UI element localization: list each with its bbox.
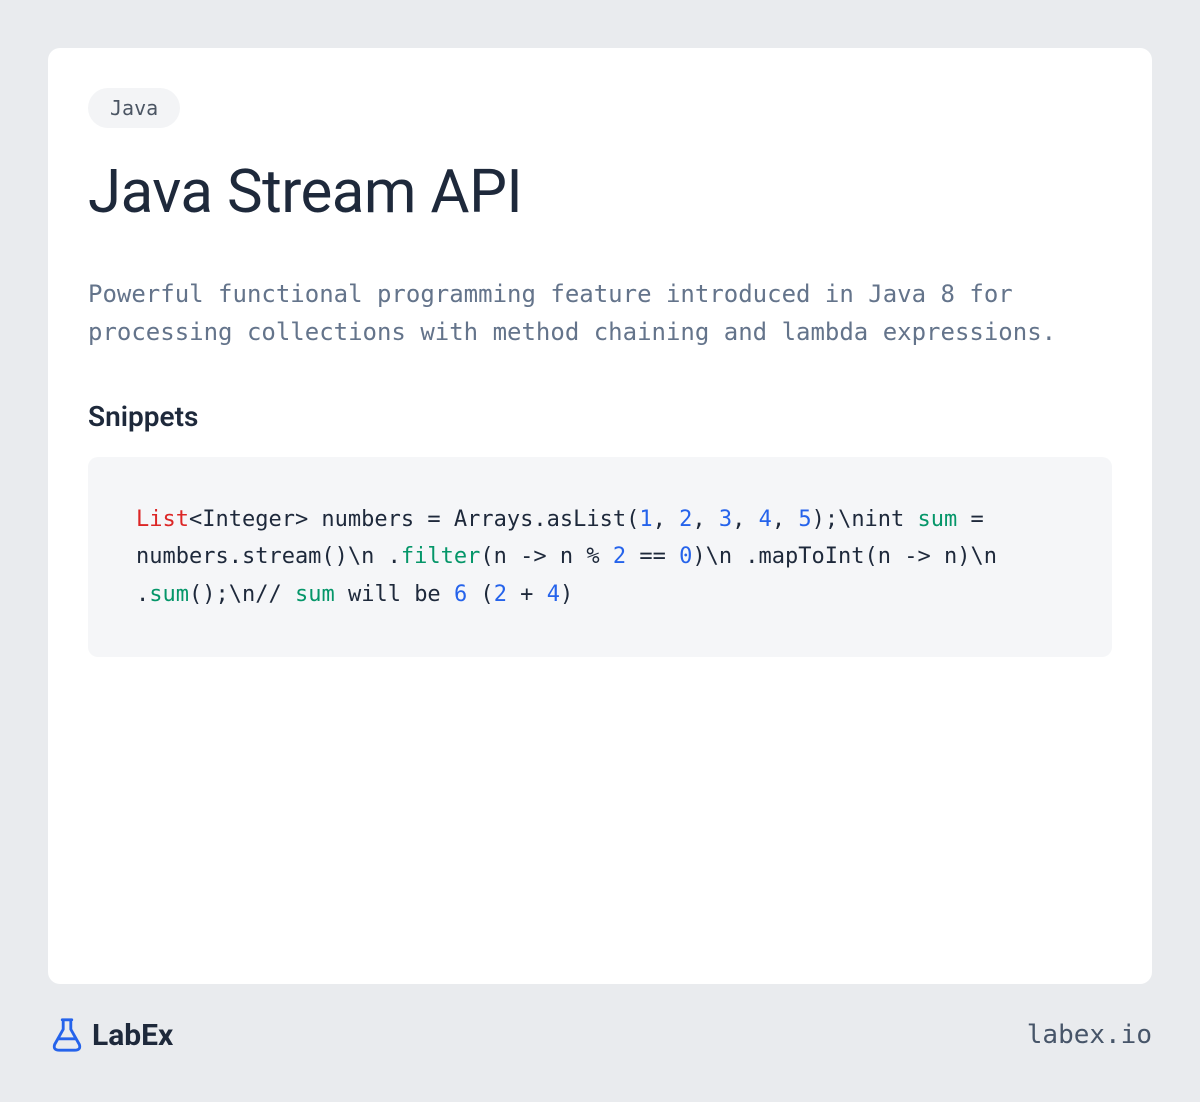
page-title: Java Stream API <box>88 156 1112 227</box>
flask-icon <box>48 1016 86 1054</box>
footer: LabEx labex.io <box>48 984 1152 1054</box>
content-card: Java Java Stream API Powerful functional… <box>48 48 1152 984</box>
language-tag: Java <box>88 88 180 128</box>
snippets-heading: Snippets <box>88 400 1112 433</box>
brand-logo: LabEx <box>48 1016 173 1054</box>
site-url: labex.io <box>1027 1020 1152 1050</box>
code-snippet: List<Integer> numbers = Arrays.asList(1,… <box>88 457 1112 657</box>
description-text: Powerful functional programming feature … <box>88 275 1112 352</box>
brand-name: LabEx <box>92 1018 173 1053</box>
